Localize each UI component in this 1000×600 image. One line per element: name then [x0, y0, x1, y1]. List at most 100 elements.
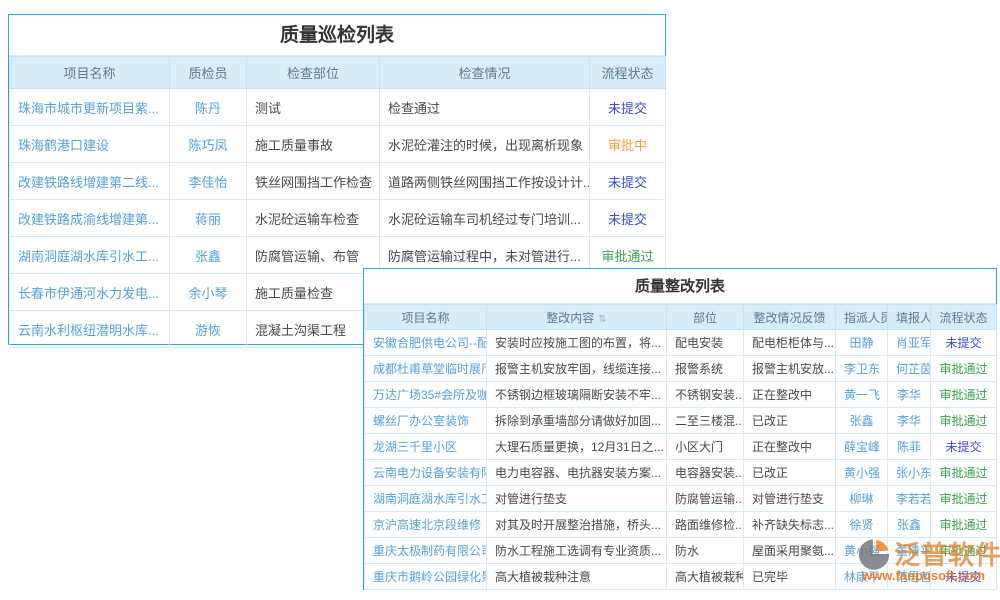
column-header-project: 项目名称 [365, 305, 487, 330]
header-row: 项目名称质检员检查部位检查情况流程状态 [10, 57, 666, 89]
assignee-cell: 黄一飞 [836, 382, 888, 408]
column-header-situation: 检查情况 [380, 57, 590, 89]
reporter-link[interactable]: 李华 [897, 388, 921, 402]
inspector-cell: 陈巧凤 [170, 126, 247, 163]
project-link[interactable]: 湖南洞庭湖水库引水工... [18, 249, 159, 264]
inspector-cell: 张鑫 [170, 237, 247, 274]
assignee-cell: 徐贤 [836, 512, 888, 538]
reporter-link[interactable]: 李若若 [896, 492, 931, 506]
reporter-link[interactable]: 范思哲 [896, 570, 931, 584]
project-link[interactable]: 螺丝厂办公室装饰 [373, 414, 469, 428]
inspector-cell: 游恢 [170, 311, 247, 348]
status-badge: 未提交 [931, 564, 997, 590]
project-link[interactable]: 万达广场35#会所及咖啡厅空... [373, 388, 487, 402]
assignee-link[interactable]: 黄小强 [844, 466, 880, 480]
inspector-cell: 李佳怡 [170, 163, 247, 200]
project-cell: 改建铁路成渝线增建第... [10, 200, 170, 237]
assignee-link[interactable]: 柳琳 [849, 492, 873, 506]
assignee-link[interactable]: 田静 [849, 336, 873, 350]
assignee-link[interactable]: 薛宝峰 [844, 440, 880, 454]
status-badge: 审批通过 [931, 460, 997, 486]
assignee-link[interactable]: 黄一飞 [844, 388, 880, 402]
project-link[interactable]: 云南水利枢纽潜明水库... [18, 323, 159, 338]
column-header-part: 部位 [667, 305, 744, 330]
inspector-link[interactable]: 张鑫 [195, 249, 221, 264]
status-badge: 未提交 [590, 200, 666, 237]
inspector-link[interactable]: 陈巧凤 [188, 138, 227, 153]
reporter-link[interactable]: 李华 [897, 414, 921, 428]
project-link[interactable]: 安徽合肥供电公司--配电设备... [373, 336, 487, 350]
table-row: 云南电力设备安装有限公司20...电力电容器、电抗器安装方案...电容器安装..… [365, 460, 997, 486]
reporter-link[interactable]: 陈菲 [897, 440, 921, 454]
column-header-label: 项目名称 [63, 66, 115, 81]
project-link[interactable]: 云南电力设备安装有限公司20... [373, 466, 487, 480]
feedback-cell: 正在整改中 [744, 434, 836, 460]
reporter-cell: 李华 [888, 408, 931, 434]
part-cell: 测试 [247, 89, 380, 126]
status-badge: 审批通过 [931, 486, 997, 512]
column-header-label: 指派人员 [844, 311, 888, 325]
table-row: 龙湖三千里小区大理石质量更换，12月31日之...小区大门正在整改中薛宝峰陈菲未… [365, 434, 997, 460]
sort-icon[interactable]: ⇅ [598, 314, 606, 325]
content-cell: 报警主机安放牢固，线缆连接... [487, 356, 667, 382]
project-link[interactable]: 改建铁路线增建第二线... [18, 175, 159, 190]
feedback-cell: 已完毕 [744, 564, 836, 590]
situation-cell: 检查通过 [380, 89, 590, 126]
situation-cell: 道路两侧铁丝网围挡工作按设计计... [380, 163, 590, 200]
reporter-cell: 肖亚军 [888, 330, 931, 356]
project-link[interactable]: 珠海鹤港口建设 [18, 138, 109, 153]
assignee-cell: 李卫东 [836, 356, 888, 382]
part-cell: 水泥砼运输车检查 [247, 200, 380, 237]
rectification-list-panel: 质量整改列表 项目名称整改内容⇅部位整改情况反馈指派人员填报人流程状态安徽合肥供… [363, 268, 997, 590]
project-cell: 云南水利枢纽潜明水库... [10, 311, 170, 348]
content-cell: 电力电容器、电抗器安装方案... [487, 460, 667, 486]
header-row: 项目名称整改内容⇅部位整改情况反馈指派人员填报人流程状态 [365, 305, 997, 330]
status-badge: 未提交 [931, 434, 997, 460]
project-link[interactable]: 重庆市鹅岭公园绿化景观提升... [373, 570, 487, 584]
inspector-link[interactable]: 李佳怡 [188, 175, 227, 190]
feedback-cell: 正在整改中 [744, 382, 836, 408]
status-badge: 未提交 [931, 330, 997, 356]
status-badge: 审批通过 [931, 538, 997, 564]
table-row: 改建铁路线增建第二线...李佳怡铁丝网围挡工作检查道路两侧铁丝网围挡工作按设计计… [10, 163, 666, 200]
project-cell: 珠海鹤港口建设 [10, 126, 170, 163]
assignee-link[interactable]: 张鑫 [849, 414, 873, 428]
assignee-cell: 张鑫 [836, 408, 888, 434]
table-row: 京沪高速北京段维修对其及时开展整治措施，桥头...路面维修检...补齐缺失标志.… [365, 512, 997, 538]
reporter-link[interactable]: 何芷茵 [896, 362, 931, 376]
project-link[interactable]: 长春市伊通河水力发电... [18, 286, 159, 301]
reporter-link[interactable]: 董清平 [896, 544, 931, 558]
column-header-content[interactable]: 整改内容⇅ [487, 305, 667, 330]
project-link[interactable]: 湖南洞庭湖水库引水工程施工I标 [373, 492, 487, 506]
part-cell: 报警系统 [667, 356, 744, 382]
column-header-feedback: 整改情况反馈 [744, 305, 836, 330]
project-link[interactable]: 重庆太极制药有限公司亳州中... [373, 544, 487, 558]
project-link[interactable]: 龙湖三千里小区 [373, 440, 457, 454]
assignee-link[interactable]: 李卫东 [844, 362, 880, 376]
project-cell: 长春市伊通河水力发电... [10, 274, 170, 311]
reporter-link[interactable]: 张鑫 [897, 518, 921, 532]
assignee-link[interactable]: 黄小强 [844, 544, 880, 558]
feedback-cell: 配电柜柜体与... [744, 330, 836, 356]
table-row: 改建铁路成渝线增建第...蒋丽水泥砼运输车检查水泥砼运输车司机经过专门培训...… [10, 200, 666, 237]
assignee-link[interactable]: 林康平 [844, 570, 880, 584]
rectification-list-title: 质量整改列表 [364, 269, 996, 304]
project-link[interactable]: 京沪高速北京段维修 [373, 518, 481, 532]
project-link[interactable]: 改建铁路成渝线增建第... [18, 212, 159, 227]
status-badge: 审批通过 [931, 382, 997, 408]
project-link[interactable]: 成都杜甫草堂临时展厅独立展... [373, 362, 487, 376]
project-link[interactable]: 珠海市城市更新项目紫... [18, 101, 159, 116]
table-row: 重庆市鹅岭公园绿化景观提升...高大植被栽种注意高大植被栽种已完毕林康平范思哲未… [365, 564, 997, 590]
inspector-link[interactable]: 陈丹 [195, 101, 221, 116]
column-header-label: 检查情况 [458, 66, 510, 81]
part-cell: 防腐管运输... [667, 486, 744, 512]
reporter-cell: 范思哲 [888, 564, 931, 590]
inspector-link[interactable]: 游恢 [195, 323, 221, 338]
inspector-link[interactable]: 蒋丽 [195, 212, 221, 227]
inspector-link[interactable]: 余小琴 [188, 286, 227, 301]
part-cell: 小区大门 [667, 434, 744, 460]
reporter-link[interactable]: 肖亚军 [896, 336, 931, 350]
reporter-link[interactable]: 张小东 [896, 466, 931, 480]
content-cell: 对管进行垫支 [487, 486, 667, 512]
assignee-link[interactable]: 徐贤 [849, 518, 873, 532]
